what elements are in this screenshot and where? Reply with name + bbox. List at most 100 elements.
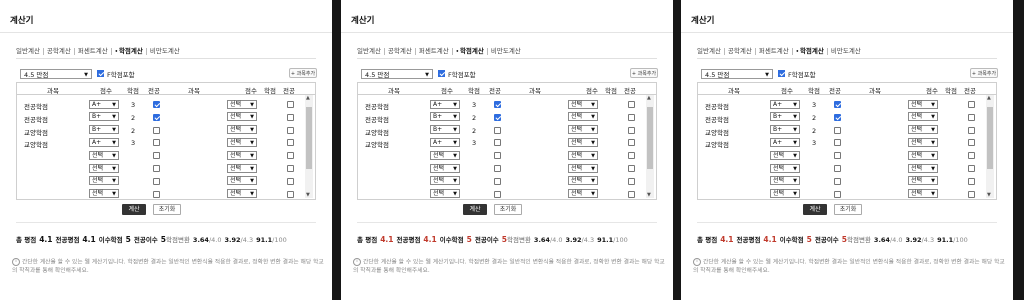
major-checkbox[interactable] [494, 165, 501, 172]
grade-select[interactable]: 선택 ▼ [89, 150, 119, 160]
add-subject-button[interactable]: + 과목추가 [970, 68, 998, 78]
major-checkbox[interactable] [834, 113, 841, 121]
major-checkbox[interactable] [494, 152, 501, 160]
credit-value[interactable]: 2 [812, 114, 816, 122]
grade-select[interactable]: A+ ▼ [770, 137, 800, 147]
grade-select[interactable]: 선택 ▼ [227, 112, 257, 122]
major-checkbox[interactable] [968, 177, 975, 185]
add-subject-button[interactable]: + 과목추가 [289, 68, 317, 78]
scroll-down-icon[interactable]: ▼ [987, 192, 991, 198]
major-checkbox[interactable] [494, 113, 501, 121]
subject-name[interactable]: 전공학점 [705, 114, 729, 124]
scroll-up-icon[interactable]: ▲ [987, 95, 991, 101]
major-checkbox[interactable] [968, 113, 975, 121]
grade-select[interactable]: B+ ▼ [770, 112, 800, 122]
grade-select[interactable]: B+ ▼ [89, 112, 119, 122]
major-checkbox[interactable] [968, 165, 975, 172]
grade-select[interactable]: 선택 ▼ [430, 163, 460, 173]
grade-select[interactable]: B+ ▼ [430, 125, 460, 135]
grade-select[interactable]: 선택 ▼ [770, 150, 800, 160]
major-checkbox[interactable] [153, 126, 160, 134]
tab-2[interactable]: 공학계산 [728, 45, 752, 55]
grade-select[interactable]: B+ ▼ [770, 125, 800, 135]
grade-scale-select[interactable]: 4.5 만점 ▼ [20, 69, 92, 79]
credit-value[interactable]: 2 [812, 127, 816, 135]
subject-name[interactable]: 교양학점 [24, 139, 48, 149]
major-checkbox[interactable] [834, 190, 841, 198]
credit-value[interactable]: 3 [812, 139, 816, 147]
grade-select[interactable]: A+ ▼ [770, 99, 800, 109]
subject-name[interactable]: 전공학점 [24, 101, 48, 111]
grade-select[interactable]: 선택 ▼ [227, 99, 257, 109]
subject-name[interactable]: 전공학점 [24, 114, 48, 124]
major-checkbox[interactable] [834, 152, 841, 160]
reset-button[interactable]: 초기화 [834, 204, 862, 215]
grade-select[interactable]: A+ ▼ [430, 137, 460, 147]
credit-value[interactable]: 2 [472, 127, 476, 135]
tab-5[interactable]: 비만도계산 [150, 45, 180, 55]
grade-select[interactable]: 선택 ▼ [568, 99, 598, 109]
table-scrollbar[interactable]: ▲ ▼ [646, 95, 654, 198]
grade-select[interactable]: 선택 ▼ [568, 176, 598, 186]
grade-select[interactable]: 선택 ▼ [227, 189, 257, 199]
add-subject-button[interactable]: + 과목추가 [630, 68, 658, 78]
subject-name[interactable]: 전공학점 [705, 101, 729, 111]
grade-select[interactable]: 선택 ▼ [430, 176, 460, 186]
scrollbar-thumb[interactable] [987, 107, 993, 169]
major-checkbox[interactable] [287, 152, 294, 160]
tab-3[interactable]: 퍼센트계산 [78, 45, 108, 55]
grade-select[interactable]: 선택 ▼ [568, 137, 598, 147]
grade-select[interactable]: 선택 ▼ [568, 163, 598, 173]
subject-name[interactable]: 교양학점 [705, 139, 729, 149]
major-checkbox[interactable] [494, 177, 501, 185]
subject-name[interactable]: 교양학점 [365, 127, 389, 137]
grade-select[interactable]: 선택 ▼ [227, 163, 257, 173]
credit-value[interactable]: 3 [131, 101, 135, 109]
tab-1[interactable]: 일반계산 [357, 45, 381, 55]
scrollbar-thumb[interactable] [647, 107, 653, 169]
grade-scale-select[interactable]: 4.5 만점 ▼ [701, 69, 773, 79]
f-grade-checkbox[interactable] [97, 70, 104, 77]
major-checkbox[interactable] [287, 177, 294, 185]
scroll-down-icon[interactable]: ▼ [306, 192, 310, 198]
major-checkbox[interactable] [968, 101, 975, 108]
grade-select[interactable]: 선택 ▼ [227, 125, 257, 135]
tab-2[interactable]: 공학계산 [47, 45, 71, 55]
scroll-down-icon[interactable]: ▼ [647, 192, 651, 198]
major-checkbox[interactable] [834, 177, 841, 185]
major-checkbox[interactable] [628, 177, 635, 185]
major-checkbox[interactable] [968, 152, 975, 160]
major-checkbox[interactable] [287, 113, 294, 121]
grade-select[interactable]: 선택 ▼ [568, 189, 598, 199]
scroll-up-icon[interactable]: ▲ [647, 95, 651, 101]
grade-select[interactable]: 선택 ▼ [568, 125, 598, 135]
subject-name[interactable]: 교양학점 [365, 139, 389, 149]
tab-1[interactable]: 일반계산 [697, 45, 721, 55]
grade-select[interactable]: 선택 ▼ [89, 163, 119, 173]
credit-value[interactable]: 2 [472, 114, 476, 122]
grade-select[interactable]: 선택 ▼ [908, 176, 938, 186]
calculate-button[interactable]: 계산 [463, 204, 487, 215]
subject-name[interactable]: 교양학점 [24, 127, 48, 137]
major-checkbox[interactable] [628, 152, 635, 160]
major-checkbox[interactable] [153, 190, 160, 198]
credit-value[interactable]: 2 [131, 127, 135, 135]
major-checkbox[interactable] [153, 101, 160, 108]
grade-select[interactable]: 선택 ▼ [227, 137, 257, 147]
tab-5[interactable]: 비만도계산 [491, 45, 521, 55]
major-checkbox[interactable] [287, 126, 294, 134]
grade-select[interactable]: 선택 ▼ [770, 163, 800, 173]
grade-select[interactable]: 선택 ▼ [908, 163, 938, 173]
major-checkbox[interactable] [287, 190, 294, 198]
major-checkbox[interactable] [494, 126, 501, 134]
reset-button[interactable]: 초기화 [494, 204, 522, 215]
grade-select[interactable]: 선택 ▼ [89, 189, 119, 199]
major-checkbox[interactable] [628, 139, 635, 147]
f-grade-checkbox[interactable] [778, 70, 785, 77]
grade-select[interactable]: 선택 ▼ [908, 150, 938, 160]
grade-select[interactable]: 선택 ▼ [908, 189, 938, 199]
calculate-button[interactable]: 계산 [803, 204, 827, 215]
credit-value[interactable]: 3 [472, 101, 476, 109]
tab-5[interactable]: 비만도계산 [831, 45, 861, 55]
major-checkbox[interactable] [494, 190, 501, 198]
